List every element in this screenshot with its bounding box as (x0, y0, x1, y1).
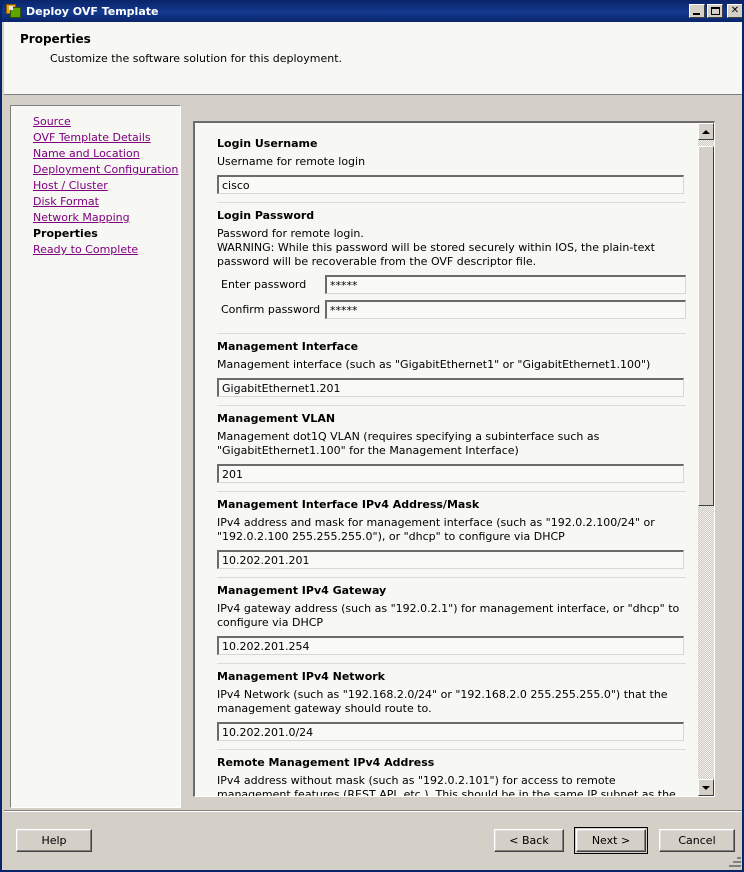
sidebar-item-ovf-template-details[interactable]: OVF Template Details (33, 130, 180, 146)
labeled-input-row: Enter password (217, 275, 686, 294)
property-group-description: Username for remote login (217, 155, 366, 168)
sidebar-item-network-mapping[interactable]: Network Mapping (33, 210, 180, 226)
sidebar-item-host-cluster[interactable]: Host / Cluster (33, 178, 180, 194)
management-vlan-input[interactable] (217, 464, 684, 483)
property-group: Management IPv4 Network IPv4 Network (suc… (217, 663, 686, 749)
property-group-title: Management IPv4 Network (217, 670, 385, 683)
sidebar-item-deployment-configuration[interactable]: Deployment Configuration (33, 162, 180, 178)
close-icon[interactable]: ✕ (727, 4, 742, 18)
wizard-steps-sidebar: Source OVF Template Details Name and Locat… (10, 105, 181, 808)
page-title: Properties (20, 32, 91, 46)
management-ipv4-gateway-input[interactable] (217, 636, 684, 655)
sidebar-item-source[interactable]: Source (33, 114, 180, 130)
property-group-title: Management Interface (217, 340, 359, 353)
next-button-label: Next > (576, 829, 646, 852)
scrollbar-track[interactable] (698, 140, 714, 779)
property-group: Management Interface IPv4 Address/Mask IP… (217, 491, 686, 577)
footer-divider (4, 810, 742, 811)
input-label: Confirm password (221, 303, 321, 316)
property-group-title: Login Password (217, 209, 315, 222)
vertical-scrollbar[interactable] (697, 123, 714, 796)
management-ipv4-address-mask-input[interactable] (217, 550, 684, 569)
help-button[interactable]: Help (16, 829, 92, 852)
back-button[interactable]: < Back (494, 829, 564, 852)
input-label: Enter password (221, 278, 307, 291)
minimize-icon[interactable] (689, 4, 705, 18)
sidebar-item-properties: Properties (33, 227, 98, 240)
enter-password-input[interactable] (325, 275, 686, 294)
properties-form-scroll-area: Login UsernameUsername for remote loginL… (195, 123, 698, 796)
page-header: Properties Customize the software soluti… (4, 22, 742, 95)
next-button[interactable]: Next > (574, 827, 648, 854)
property-group-description: IPv4 address and mask for management int… (217, 516, 655, 543)
scroll-up-button[interactable] (698, 123, 714, 140)
resize-grip[interactable] (729, 855, 741, 867)
property-group-description: IPv4 address without mask (such as "192.… (217, 774, 676, 796)
property-group: Remote Management IPv4 Address IPv4 addre… (217, 749, 686, 796)
maximize-icon[interactable] (707, 4, 723, 18)
property-group-description: Management interface (such as "GigabitEt… (217, 358, 651, 371)
confirm-password-input[interactable] (325, 300, 686, 319)
management-ipv4-network-input[interactable] (217, 722, 684, 741)
property-group-description: IPv4 Network (such as "192.168.2.0/24" o… (217, 688, 668, 715)
dialog-body: Source OVF Template Details Name and Locat… (4, 96, 742, 812)
management-interface-input[interactable] (217, 378, 684, 397)
window-controls: ✕ (689, 4, 742, 18)
vsphere-app-icon (6, 3, 22, 19)
window-title: Deploy OVF Template (26, 4, 159, 18)
property-group-description: IPv4 gateway address (such as "192.0.2.1… (217, 602, 680, 629)
page-subtitle: Customize the software solution for this… (50, 52, 343, 65)
property-group: Management IPv4 Gateway IPv4 gateway addr… (217, 577, 686, 663)
deploy-ovf-template-dialog: Deploy OVF Template ✕ Properties Customi… (0, 0, 744, 872)
login-username-input[interactable] (217, 175, 684, 194)
sidebar-item-name-and-location[interactable]: Name and Location (33, 146, 180, 162)
title-bar[interactable]: Deploy OVF Template ✕ (2, 0, 742, 22)
property-group-title: Management VLAN (217, 412, 336, 425)
property-group-description: Management dot1Q VLAN (requires specifyi… (217, 430, 600, 457)
scroll-down-arrow-icon (702, 785, 710, 790)
cancel-button[interactable]: Cancel (659, 829, 735, 852)
sidebar-item-disk-format[interactable]: Disk Format (33, 194, 180, 210)
property-group: Management Interface Management interface… (217, 333, 686, 405)
property-group-title: Management Interface IPv4 Address/Mask (217, 498, 480, 511)
property-group-title: Login Username (217, 137, 318, 150)
property-group: Management VLAN Management dot1Q VLAN (re… (217, 405, 686, 491)
labeled-input-row: Confirm password (217, 300, 686, 319)
property-group-description: Password for remote login. WARNING: Whil… (217, 227, 655, 268)
property-group-title: Remote Management IPv4 Address (217, 756, 435, 769)
sidebar-item-ready-to-complete[interactable]: Ready to Complete (33, 242, 180, 258)
scroll-down-button[interactable] (698, 779, 714, 796)
dialog-footer: Help < Back Next > Cancel (4, 810, 742, 870)
properties-form-panel: Login UsernameUsername for remote loginL… (193, 121, 715, 797)
scroll-up-arrow-icon (702, 129, 710, 134)
property-group: Login Password Password for remote login.… (217, 202, 686, 333)
scrollbar-thumb[interactable] (698, 146, 714, 506)
property-group: Login Username Username for remote login (217, 129, 686, 202)
property-group-title: Management IPv4 Gateway (217, 584, 387, 597)
